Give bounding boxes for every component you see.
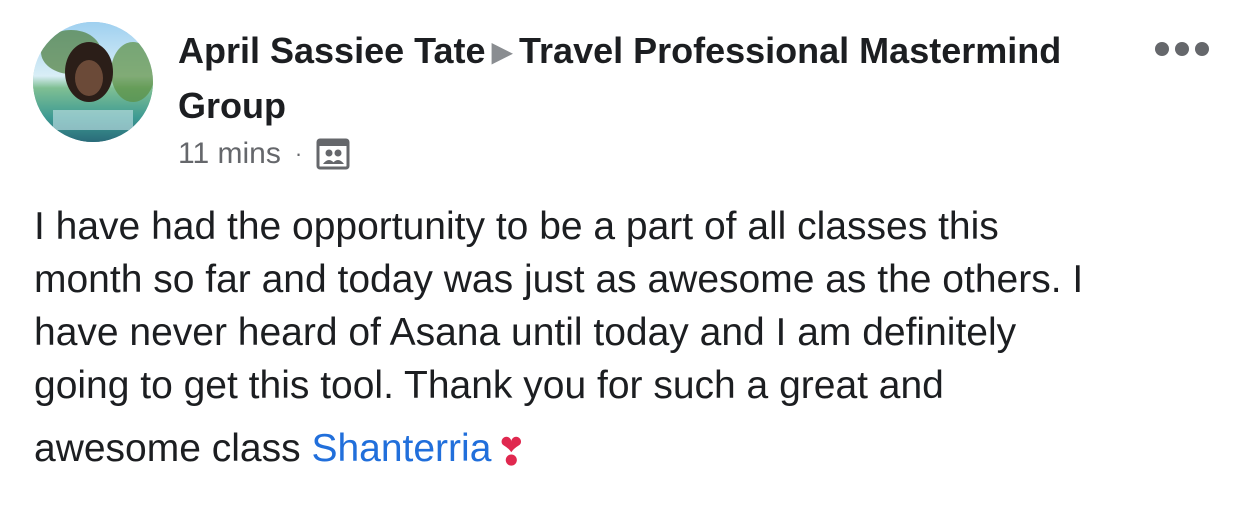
body-line: have never heard of Asana until today an… (34, 311, 1017, 354)
author-avatar[interactable] (33, 22, 153, 142)
meta-separator: · (294, 141, 303, 166)
post-header: April Sassiee Tate ▶ Travel Professional M… (178, 24, 1078, 133)
dot (1195, 42, 1209, 56)
body-line: month so far and today was just as aweso… (34, 258, 1084, 301)
post-timestamp[interactable]: 11 mins (178, 137, 281, 171)
dot (1175, 42, 1189, 56)
group-members-icon[interactable] (316, 137, 350, 171)
mention-link[interactable]: Shanterria (311, 427, 491, 470)
more-options-icon[interactable] (1155, 38, 1209, 60)
dot (1155, 42, 1169, 56)
body-line: awesome class (34, 427, 301, 470)
heart-exclamation-icon: ❣ (495, 432, 528, 474)
post-body: I have had the opportunity to be a part … (34, 200, 1214, 480)
author-name[interactable]: April Sassiee Tate (178, 30, 485, 71)
body-last-line: awesome class Shanterria ❣ (34, 422, 1214, 480)
avatar-image (33, 22, 153, 142)
post-meta: 11 mins · (178, 134, 350, 174)
body-line: I have had the opportunity to be a part … (34, 205, 999, 248)
body-line: going to get this tool. Thank you for su… (34, 364, 944, 407)
arrow-right-icon: ▶ (491, 36, 514, 67)
